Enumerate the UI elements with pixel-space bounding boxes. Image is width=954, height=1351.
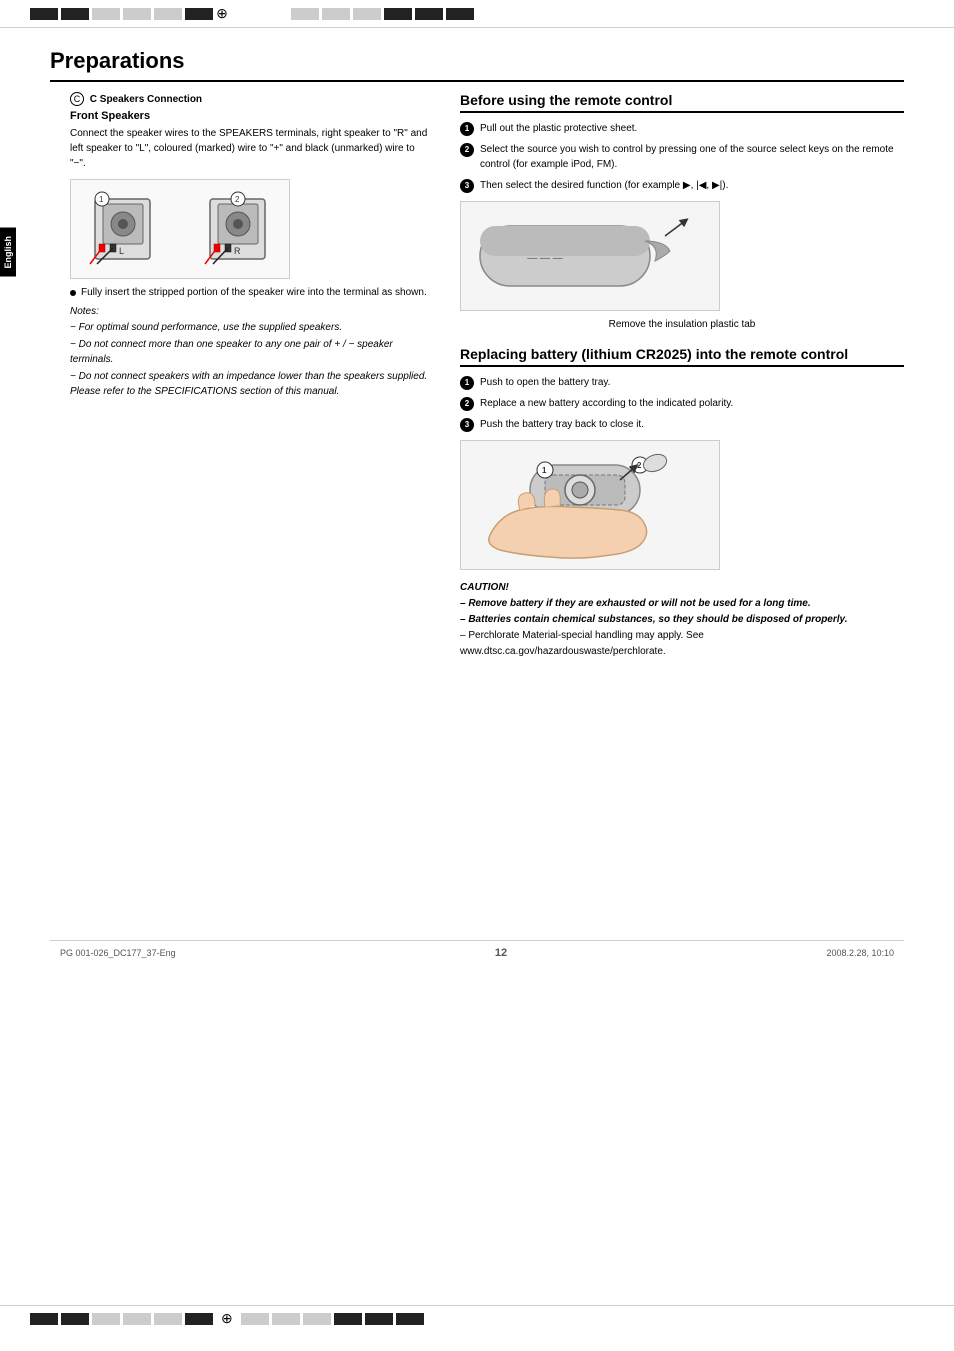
top-bar-left-segments — [30, 8, 213, 20]
page-content: English Preparations C C Speakers Connec… — [0, 28, 954, 999]
svg-text:1: 1 — [99, 195, 104, 204]
bar-seg-r6 — [446, 8, 474, 20]
main-columns: C C Speakers Connection Front Speakers C… — [50, 92, 904, 660]
remote-image-caption: Remove the insulation plastic tab — [460, 319, 904, 330]
notes-title: Notes: — [70, 306, 430, 317]
note-1: − For optimal sound performance, use the… — [70, 320, 430, 335]
right-column: Before using the remote control 1 Pull o… — [460, 92, 904, 660]
bar-seg-6 — [185, 8, 213, 20]
body-text-1: Connect the speaker wires to the SPEAKER… — [70, 126, 430, 171]
bottom-seg-r5 — [365, 1313, 393, 1325]
bottom-seg-4 — [123, 1313, 151, 1325]
bstep-2-text: Replace a new battery according to the i… — [480, 396, 733, 411]
svg-text:R: R — [234, 246, 241, 256]
step-number-2: 2 — [460, 143, 474, 157]
bottom-decorative-bar: ⊕ — [0, 1305, 954, 1331]
battery-section: Replacing battery (lithium CR2025) into … — [460, 346, 904, 660]
top-bar-center-mark — [213, 5, 231, 23]
subsection-title: Front Speakers — [70, 110, 430, 122]
speaker-svg: L R — [75, 184, 285, 274]
top-bar-right-segments — [291, 8, 474, 20]
bstep-3-text: Push the battery tray back to close it. — [480, 417, 644, 432]
english-tab: English — [0, 228, 16, 277]
caution-item-2: – Batteries contain chemical substances,… — [460, 612, 904, 628]
bar-seg-4 — [123, 8, 151, 20]
registration-mark-top — [213, 5, 231, 23]
bstep-number-2: 2 — [460, 397, 474, 411]
step-2-text: Select the source you wish to control by… — [480, 142, 904, 172]
bullet-dot-1 — [70, 290, 76, 296]
battery-section-title: Replacing battery (lithium CR2025) into … — [460, 346, 904, 367]
step-number-3: 3 — [460, 179, 474, 193]
footer-right-text: 2008.2.28, 10:10 — [826, 948, 894, 958]
bottom-seg-1 — [30, 1313, 58, 1325]
remote-step-2: 2 Select the source you wish to control … — [460, 142, 904, 172]
bottom-seg-2 — [61, 1313, 89, 1325]
bottom-seg-3 — [92, 1313, 120, 1325]
section-circle-c: C — [70, 92, 84, 106]
bar-seg-r5 — [415, 8, 443, 20]
notes-section: Notes: − For optimal sound performance, … — [70, 306, 430, 399]
svg-text:2: 2 — [235, 195, 240, 204]
battery-replacement-image: 1 2 3 — [460, 440, 720, 570]
bar-seg-5 — [154, 8, 182, 20]
bullet-text-1: Fully insert the stripped portion of the… — [81, 287, 427, 298]
svg-text:— — —: — — — — [527, 253, 563, 264]
bar-seg-r2 — [322, 8, 350, 20]
svg-text:2: 2 — [637, 461, 642, 470]
page-title: Preparations — [50, 48, 904, 82]
bar-seg-r1 — [291, 8, 319, 20]
section-label-text: C Speakers Connection — [90, 94, 202, 105]
bottom-seg-r3 — [303, 1313, 331, 1325]
note-2: − Do not connect more than one speaker t… — [70, 337, 430, 367]
caution-section: CAUTION! – Remove battery if they are ex… — [460, 580, 904, 660]
bullet-item-1: Fully insert the stripped portion of the… — [70, 287, 430, 298]
bottom-bar-right — [241, 1313, 424, 1325]
left-column: C C Speakers Connection Front Speakers C… — [50, 92, 430, 660]
step-3-text: Then select the desired function (for ex… — [480, 178, 728, 193]
bstep-number-3: 3 — [460, 418, 474, 432]
registration-mark-bottom: ⊕ — [221, 1310, 233, 1327]
bottom-seg-6 — [185, 1313, 213, 1325]
bstep-number-1: 1 — [460, 376, 474, 390]
bottom-seg-5 — [154, 1313, 182, 1325]
top-decorative-bar — [0, 0, 954, 28]
bar-seg-1 — [30, 8, 58, 20]
bottom-seg-r4 — [334, 1313, 362, 1325]
bar-seg-r3 — [353, 8, 381, 20]
bottom-bar-left — [30, 1313, 213, 1325]
bstep-1-text: Push to open the battery tray. — [480, 375, 610, 390]
battery-step-1: 1 Push to open the battery tray. — [460, 375, 904, 390]
remote-control-image: — — — — [460, 201, 720, 311]
section2-title: Before using the remote control — [460, 92, 904, 113]
caution-title: CAUTION! — [460, 580, 904, 596]
bar-seg-2 — [61, 8, 89, 20]
step-number-1: 1 — [460, 122, 474, 136]
svg-text:L: L — [119, 246, 124, 256]
footer: PG 001-026_DC177_37-Eng 12 2008.2.28, 10… — [50, 940, 904, 959]
remote-svg: — — — — [470, 206, 710, 306]
section-label: C C Speakers Connection — [70, 92, 430, 106]
remote-step-1: 1 Pull out the plastic protective sheet. — [460, 121, 904, 136]
battery-step-3: 3 Push the battery tray back to close it… — [460, 417, 904, 432]
svg-text:1: 1 — [542, 466, 547, 475]
remote-step-3: 3 Then select the desired function (for … — [460, 178, 904, 193]
battery-step-2: 2 Replace a new battery according to the… — [460, 396, 904, 411]
bottom-seg-r2 — [272, 1313, 300, 1325]
caution-item-1: – Remove battery if they are exhausted o… — [460, 596, 904, 612]
footer-left-text: PG 001-026_DC177_37-Eng — [60, 948, 176, 958]
speaker-connection-image: L R — [70, 179, 290, 279]
bar-seg-r4 — [384, 8, 412, 20]
bottom-seg-r1 — [241, 1313, 269, 1325]
bottom-seg-r6 — [396, 1313, 424, 1325]
step-1-text: Pull out the plastic protective sheet. — [480, 121, 637, 136]
note-3: − Do not connect speakers with an impeda… — [70, 369, 430, 399]
bar-seg-3 — [92, 8, 120, 20]
page-number: 12 — [495, 947, 507, 959]
battery-svg: 1 2 3 — [470, 445, 710, 565]
caution-item-3: – Perchlorate Material-special handling … — [460, 628, 904, 660]
